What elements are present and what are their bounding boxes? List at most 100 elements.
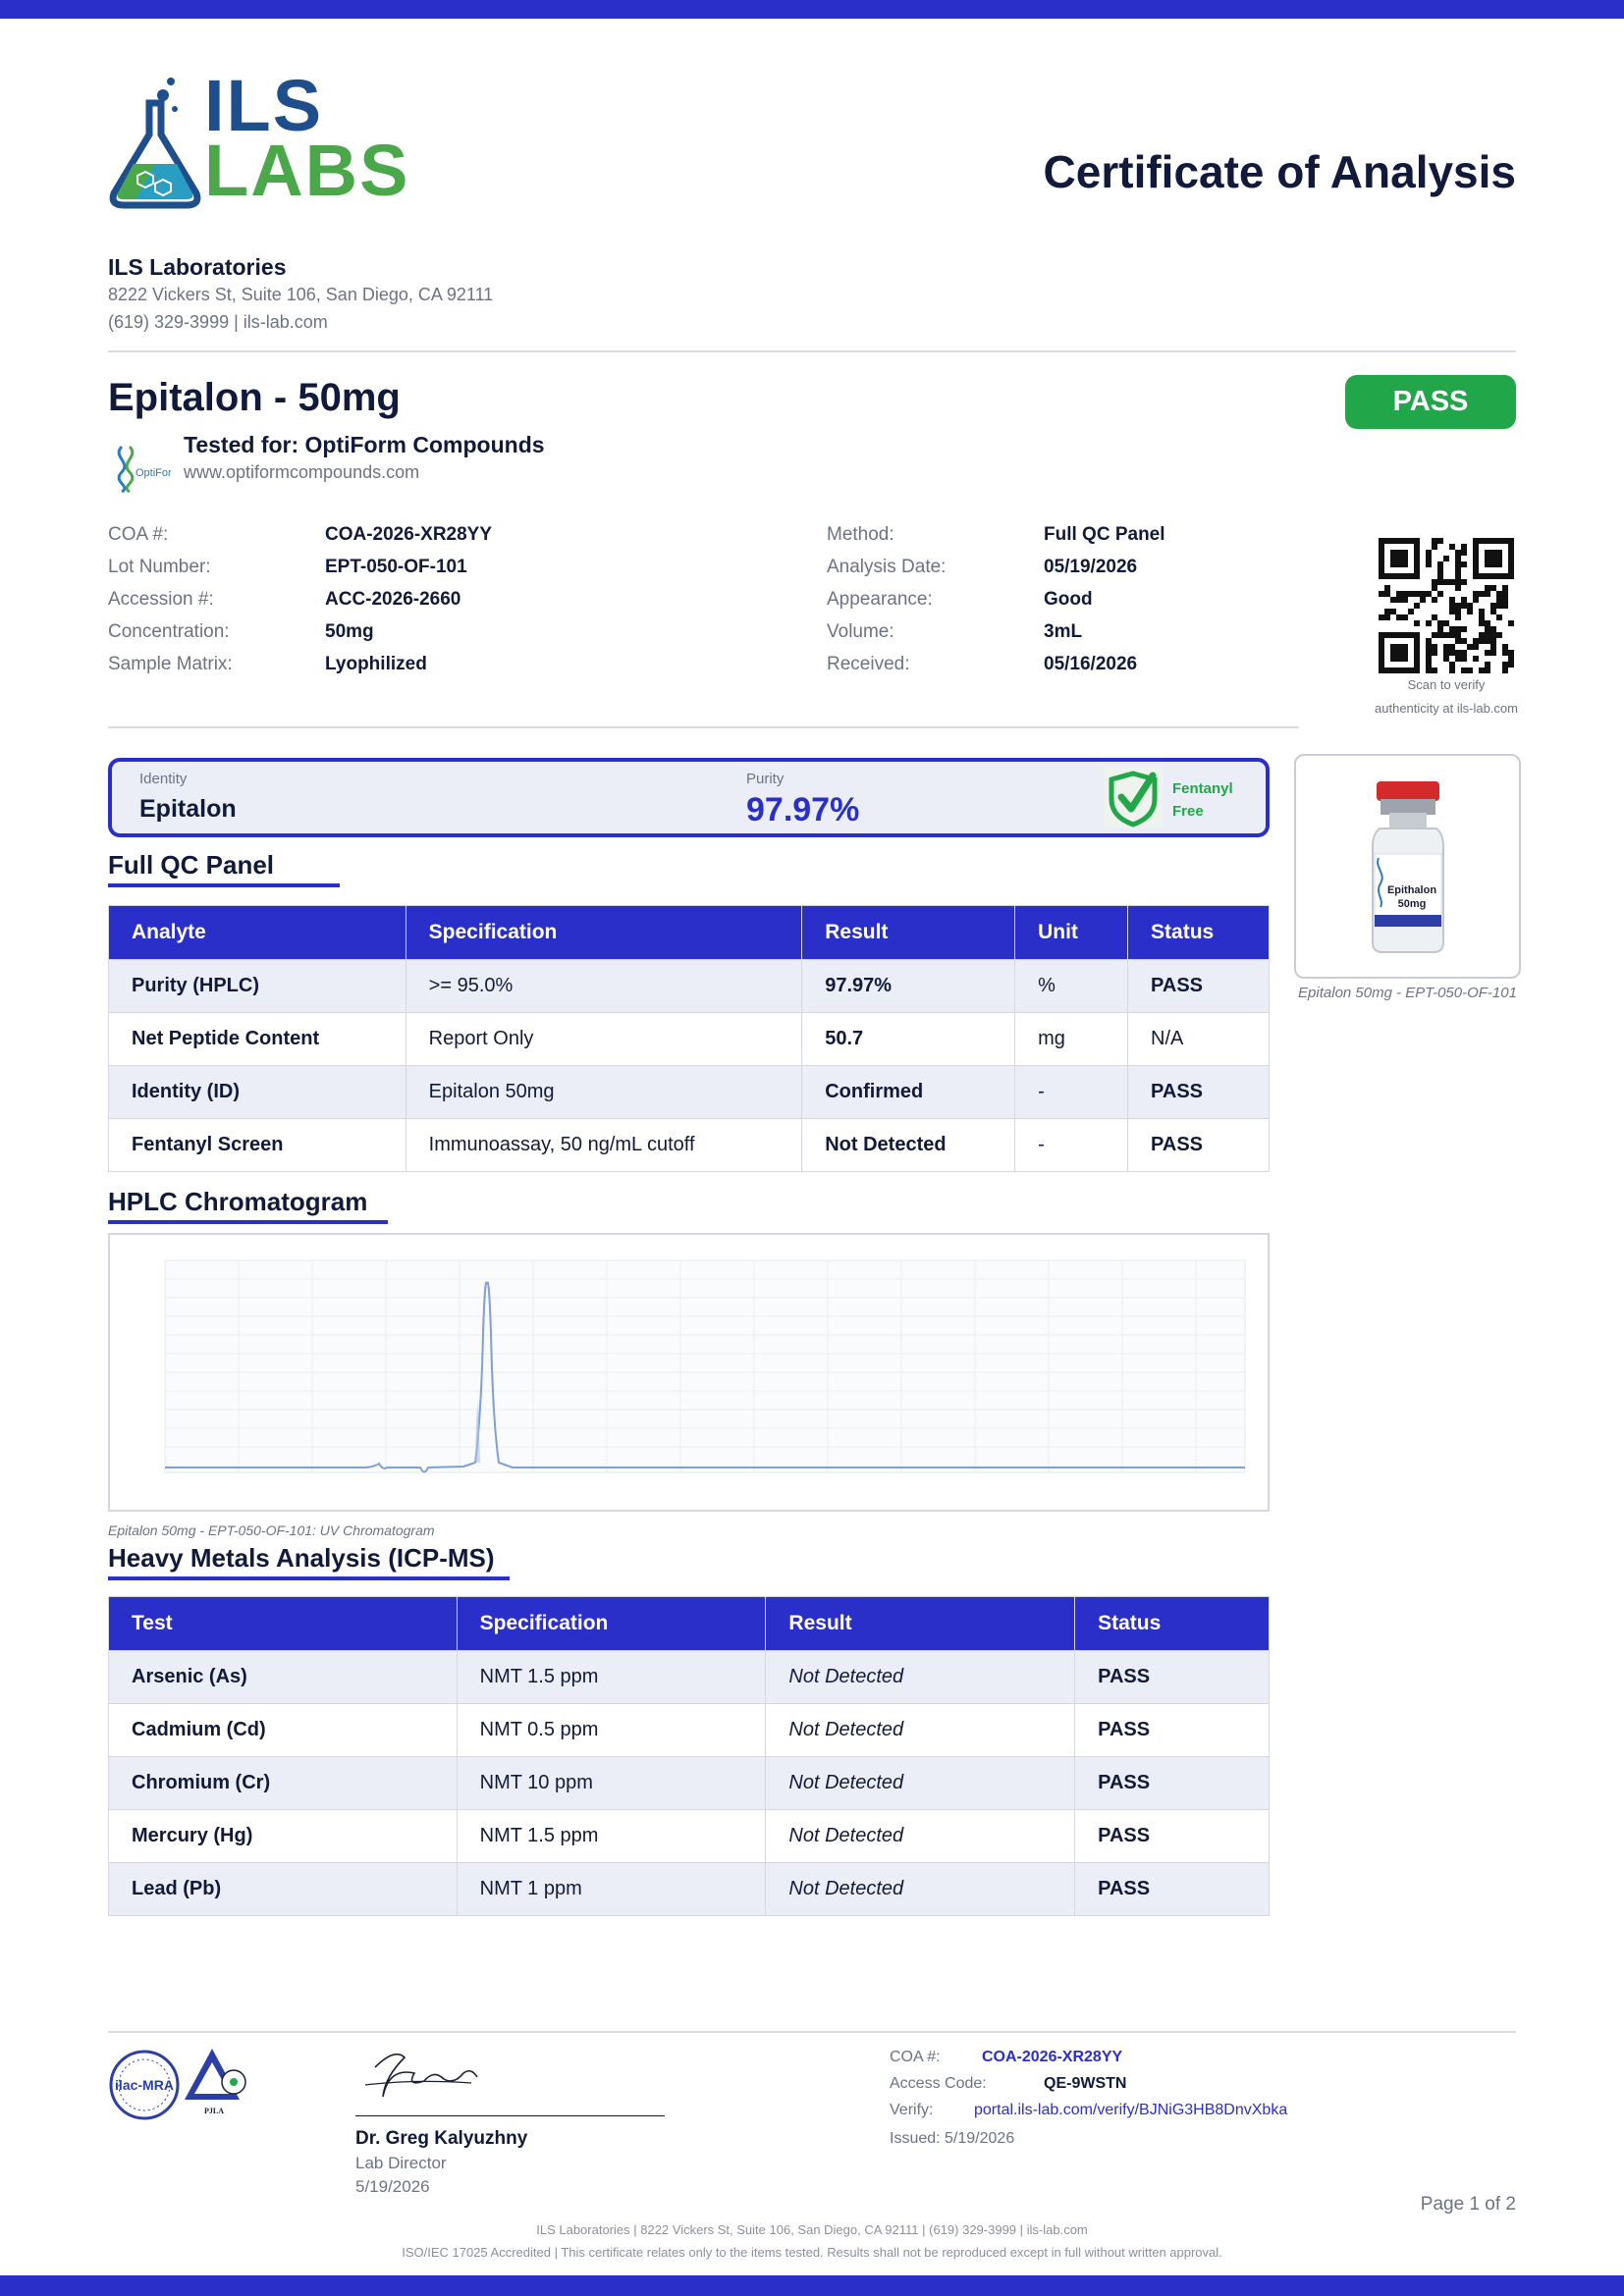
identity-label: Identity bbox=[139, 771, 188, 787]
footer-lab-info: ILS Laboratories | 8222 Vickers St, Suit… bbox=[536, 2222, 1088, 2237]
signer-name: Dr. Greg Kalyuzhny bbox=[355, 2128, 528, 2149]
analyte-cell: Fentanyl Screen bbox=[108, 1118, 406, 1172]
hplc-title: HPLC Chromatogram bbox=[108, 1187, 368, 1216]
tested-for-label: Tested for: OptiForm Compounds bbox=[184, 432, 545, 457]
qc-header-unit: Unit bbox=[1014, 905, 1129, 960]
ilac-mra-logo-text: ilac-MRA bbox=[115, 2077, 174, 2093]
table-row: Chromium (Cr) NMT 10 ppm Not Detected PA… bbox=[108, 1756, 1270, 1810]
accession-label: Accession #: bbox=[108, 589, 214, 610]
lab-name: ILS Laboratories bbox=[108, 254, 287, 280]
status-cell: PASS bbox=[1074, 1703, 1270, 1757]
concentration-value: 50mg bbox=[325, 621, 374, 642]
ilac-mra-logo: ilac-MRA bbox=[108, 2049, 181, 2121]
result-cell: Not Detected bbox=[801, 1118, 1016, 1172]
analysis-date-label: Analysis Date: bbox=[827, 557, 947, 577]
test-cell: Cadmium (Cd) bbox=[108, 1703, 458, 1757]
table-row: Cadmium (Cd) NMT 0.5 ppm Not Detected PA… bbox=[108, 1703, 1270, 1757]
table-row: Lead (Pb) NMT 1 ppm Not Detected PASS bbox=[108, 1862, 1270, 1916]
hplc-underline bbox=[108, 1220, 388, 1224]
product-title: Epitalon - 50mg bbox=[108, 376, 401, 419]
qc-header-status: Status bbox=[1127, 905, 1270, 960]
qc-results-table: Analyte Specification Result Unit Status… bbox=[108, 905, 1270, 1172]
footer-divider bbox=[108, 2031, 1516, 2033]
metals-header-test: Test bbox=[108, 1596, 458, 1651]
ils-labs-logo: ILS LABS bbox=[106, 70, 407, 211]
table-row: Identity (ID) Epitalon 50mg Confirmed - … bbox=[108, 1065, 1270, 1119]
qc-panel-title: Full QC Panel bbox=[108, 850, 275, 880]
vial-label-dose: 50mg bbox=[1398, 898, 1427, 910]
product-vial-image: Epithalon 50mg bbox=[1294, 754, 1521, 979]
info-divider bbox=[108, 726, 1299, 728]
result-cell: Not Detected bbox=[765, 1756, 1076, 1810]
appearance-label: Appearance: bbox=[827, 589, 933, 610]
result-cell: Not Detected bbox=[765, 1809, 1076, 1863]
specification-cell: NMT 10 ppm bbox=[456, 1756, 767, 1810]
specification-cell: NMT 1.5 ppm bbox=[456, 1809, 767, 1863]
page-number: Page 1 of 2 bbox=[1420, 2194, 1516, 2215]
specification-cell: Report Only bbox=[405, 1012, 803, 1066]
header-divider bbox=[108, 350, 1516, 352]
analyte-cell: Identity (ID) bbox=[108, 1065, 406, 1119]
lot-number-value: EPT-050-OF-101 bbox=[325, 557, 467, 577]
sample-matrix-label: Sample Matrix: bbox=[108, 654, 233, 674]
heavy-metals-title: Heavy Metals Analysis (ICP-MS) bbox=[108, 1543, 495, 1573]
signer-role: Lab Director bbox=[355, 2154, 447, 2172]
footer-coa-value: COA-2026-XR28YY bbox=[982, 2049, 1123, 2065]
status-cell: PASS bbox=[1074, 1862, 1270, 1916]
table-row: Fentanyl Screen Immunoassay, 50 ng/mL cu… bbox=[108, 1118, 1270, 1172]
document-title: Certificate of Analysis bbox=[1043, 146, 1516, 197]
analysis-date-value: 05/19/2026 bbox=[1044, 557, 1138, 577]
qc-header-analyte: Analyte bbox=[108, 905, 406, 960]
access-code-label: Access Code: bbox=[890, 2075, 987, 2092]
specification-cell: >= 95.0% bbox=[405, 959, 803, 1013]
fentanyl-free-label: Fentanyl Free bbox=[1172, 777, 1233, 823]
lab-contact: (619) 329-3999 | ils-lab.com bbox=[108, 312, 328, 332]
volume-label: Volume: bbox=[827, 621, 894, 642]
coa-number-label: COA #: bbox=[108, 524, 169, 545]
verification-qr-code[interactable] bbox=[1379, 538, 1514, 673]
vial-label-name: Epithalon bbox=[1387, 884, 1436, 896]
footer-coa-label: COA #: bbox=[890, 2049, 941, 2065]
qc-header-specification: Specification bbox=[405, 905, 803, 960]
fentanyl-free-line2: Free bbox=[1172, 803, 1204, 820]
top-accent-bar bbox=[0, 0, 1624, 19]
unit-cell: % bbox=[1014, 959, 1129, 1013]
flask-icon bbox=[109, 78, 201, 209]
result-cell: 50.7 bbox=[801, 1012, 1016, 1066]
svg-text:OptiForm: OptiForm bbox=[135, 467, 171, 479]
signature-date: 5/19/2026 bbox=[355, 2177, 430, 2196]
heavy-metals-underline bbox=[108, 1576, 510, 1580]
metals-header-status: Status bbox=[1074, 1596, 1270, 1651]
metals-table-header: Test Specification Result Status bbox=[108, 1596, 1270, 1651]
specification-cell: Epitalon 50mg bbox=[405, 1065, 803, 1119]
specification-cell: Immunoassay, 50 ng/mL cutoff bbox=[405, 1118, 803, 1172]
overall-pass-badge: PASS bbox=[1345, 375, 1516, 429]
pjla-logo: PJLA bbox=[183, 2045, 257, 2135]
specification-cell: NMT 1 ppm bbox=[456, 1862, 767, 1916]
accession-value: ACC-2026-2660 bbox=[325, 589, 461, 610]
specification-cell: NMT 0.5 ppm bbox=[456, 1703, 767, 1757]
purity-value: 97.97% bbox=[746, 791, 860, 828]
test-cell: Mercury (Hg) bbox=[108, 1809, 458, 1863]
specification-cell: NMT 1.5 ppm bbox=[456, 1650, 767, 1704]
unit-cell: - bbox=[1014, 1065, 1129, 1119]
verify-link[interactable]: portal.ils-lab.com/verify/BJNiG3HB8DnvXb… bbox=[974, 2102, 1287, 2119]
received-value: 05/16/2026 bbox=[1044, 654, 1138, 674]
fentanyl-free-line1: Fentanyl bbox=[1172, 780, 1233, 797]
appearance-value: Good bbox=[1044, 589, 1093, 610]
status-cell: PASS bbox=[1127, 1065, 1270, 1119]
bottom-accent-bar bbox=[0, 2275, 1624, 2296]
table-row: Net Peptide Content Report Only 50.7 mg … bbox=[108, 1012, 1270, 1066]
heavy-metals-table: Test Specification Result Status Arsenic… bbox=[108, 1596, 1270, 1916]
client-url[interactable]: www.optiformcompounds.com bbox=[184, 462, 419, 483]
result-cell: 97.97% bbox=[801, 959, 1016, 1013]
unit-cell: - bbox=[1014, 1118, 1129, 1172]
test-cell: Chromium (Cr) bbox=[108, 1756, 458, 1810]
verify-label: Verify: bbox=[890, 2102, 934, 2118]
coa-number-value: COA-2026-XR28YY bbox=[325, 524, 493, 545]
metals-header-result: Result bbox=[765, 1596, 1076, 1651]
director-signature bbox=[355, 2038, 493, 2107]
issued-date: Issued: 5/19/2026 bbox=[890, 2130, 1015, 2147]
result-cell: Not Detected bbox=[765, 1650, 1076, 1704]
purity-label: Purity bbox=[746, 771, 785, 787]
